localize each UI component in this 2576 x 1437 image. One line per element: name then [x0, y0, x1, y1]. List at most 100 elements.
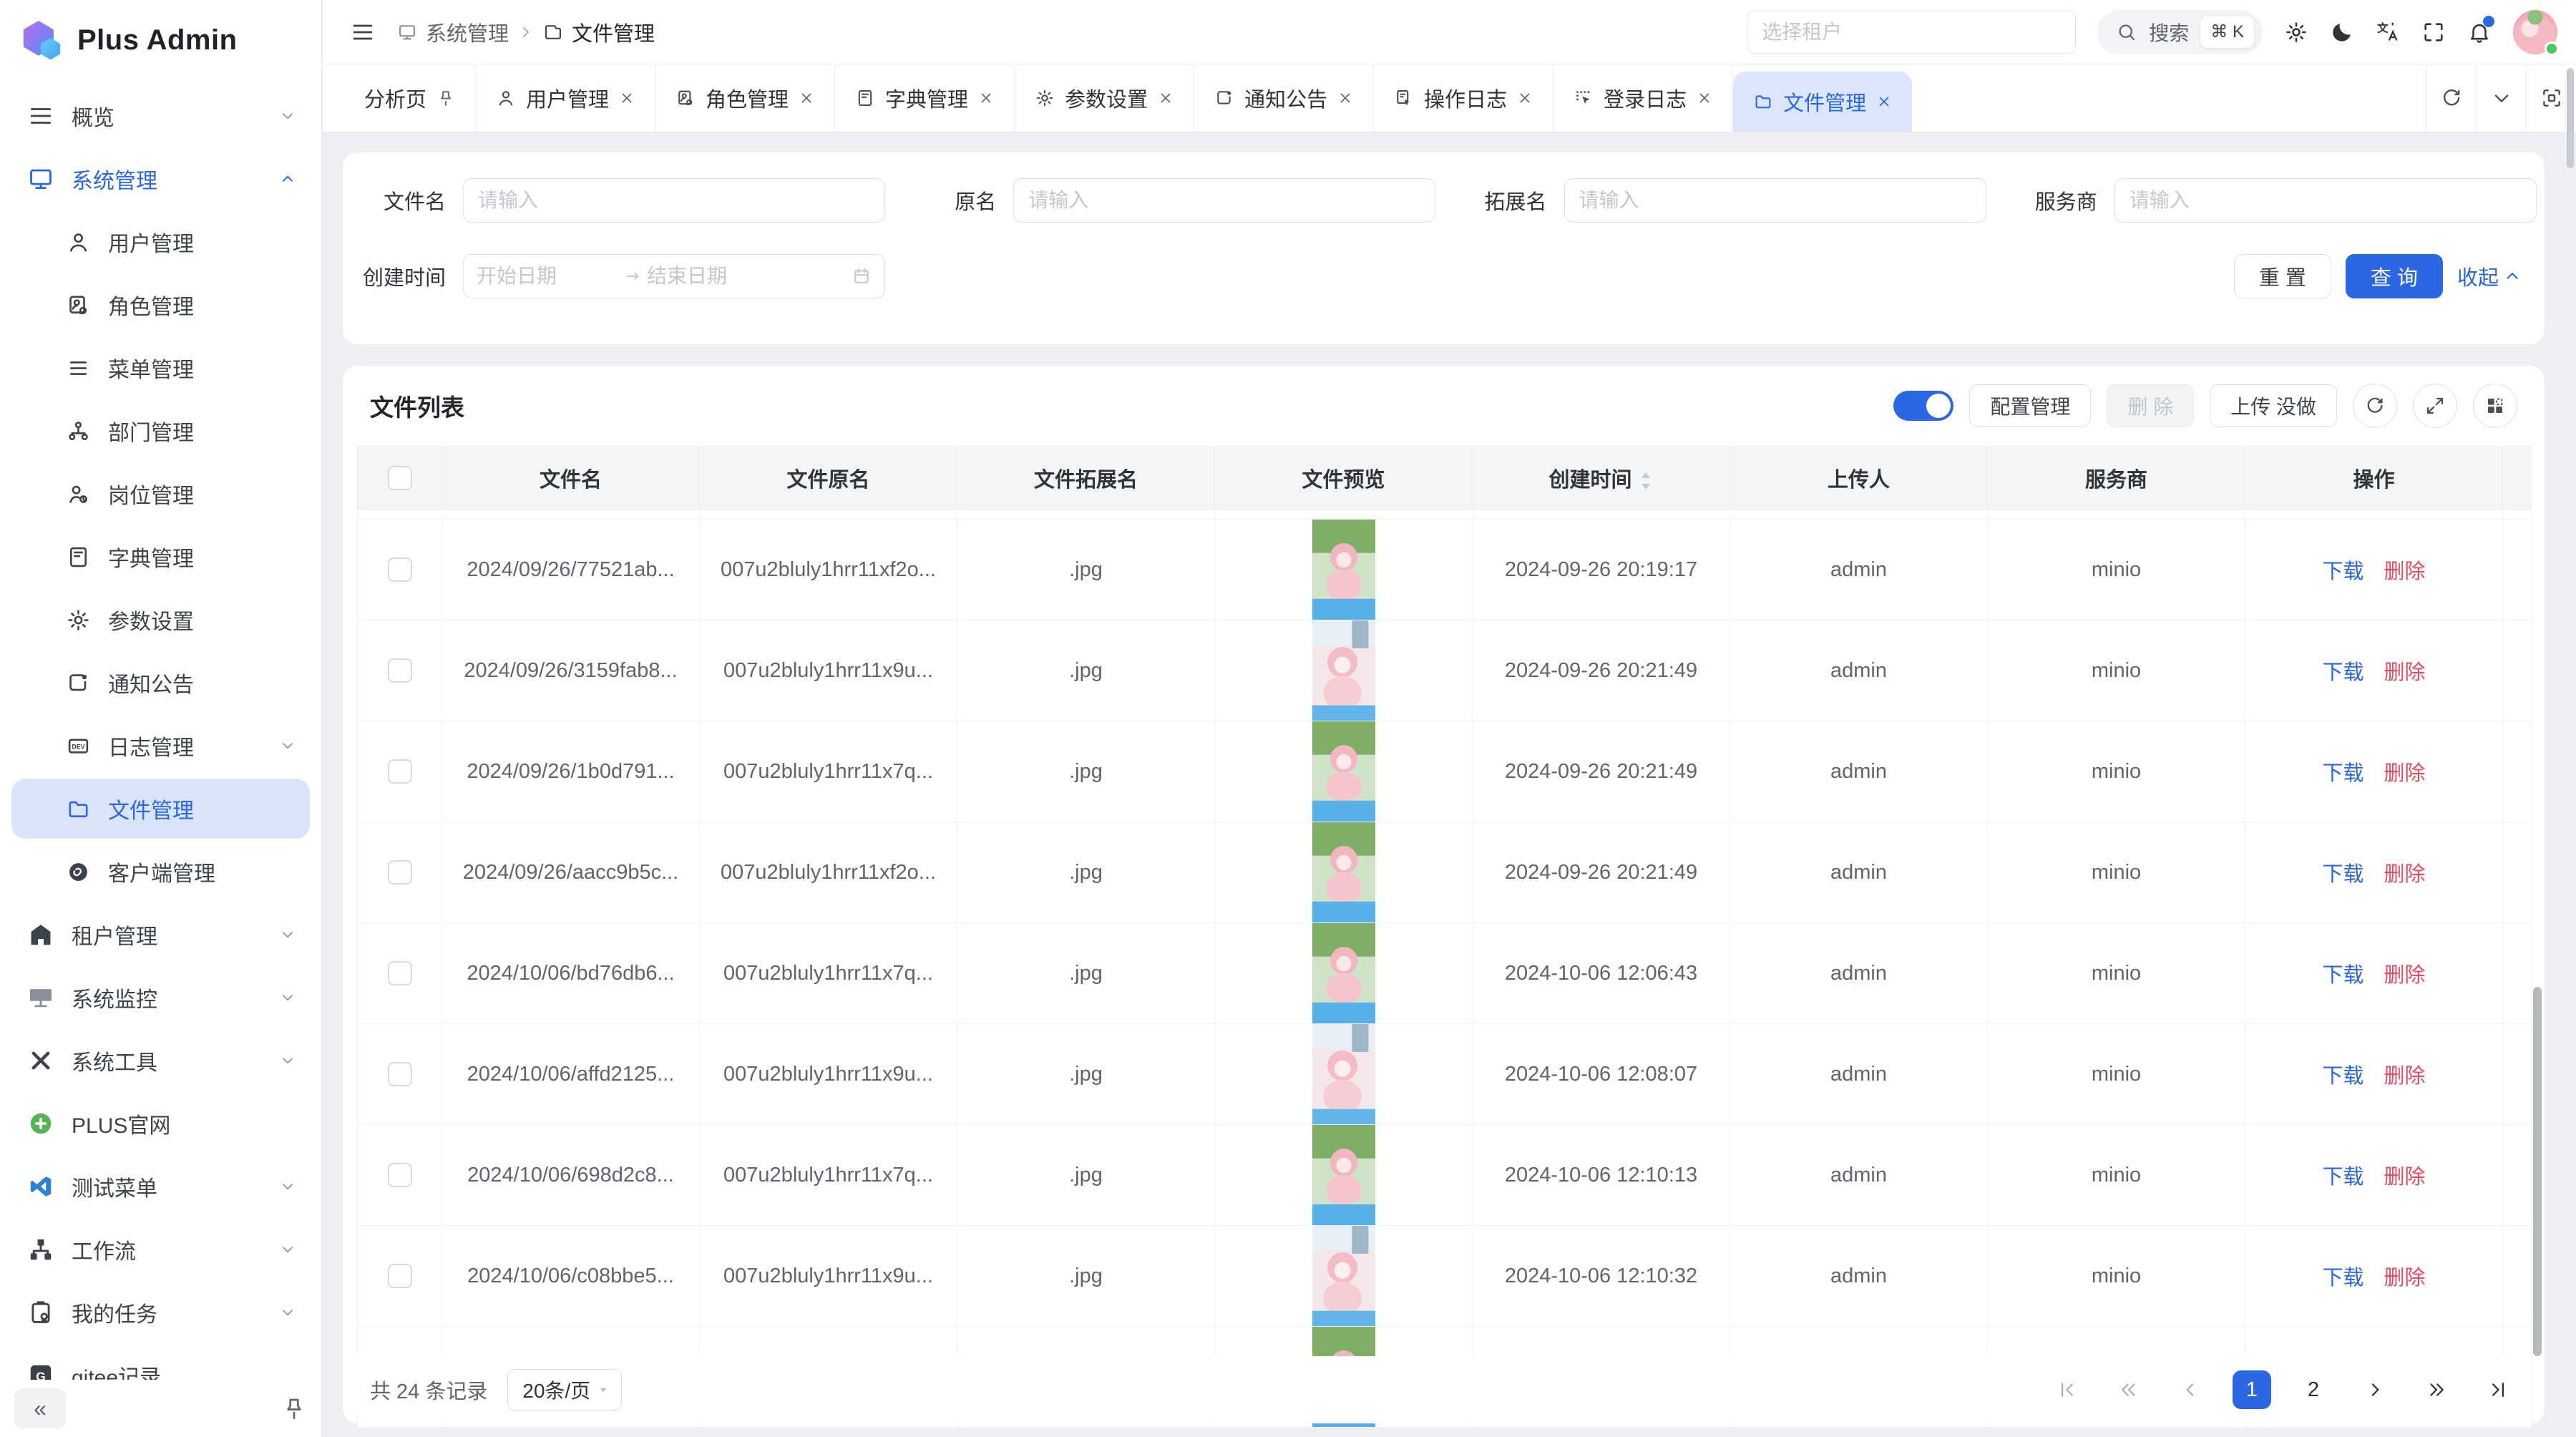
- reset-button[interactable]: 重 置: [2234, 254, 2331, 298]
- sidebar-item-log[interactable]: DEV日志管理: [0, 714, 321, 777]
- start-date-input[interactable]: [477, 265, 620, 288]
- pin-icon[interactable]: [436, 89, 455, 107]
- next-page-button[interactable]: [2356, 1370, 2394, 1409]
- close-tab-icon[interactable]: [619, 90, 635, 106]
- sidebar-item-file[interactable]: 文件管理: [11, 779, 310, 839]
- delete-link[interactable]: 删除: [2384, 762, 2426, 785]
- page-number-2[interactable]: 2: [2294, 1370, 2333, 1409]
- tab-notice[interactable]: 通知公告: [1194, 64, 1374, 132]
- provider-input[interactable]: [2114, 178, 2537, 223]
- close-tab-icon[interactable]: [799, 90, 814, 106]
- close-tab-icon[interactable]: [1697, 90, 1712, 106]
- refresh-tab-icon[interactable]: [2426, 64, 2476, 132]
- file-preview-image[interactable]: [1312, 1125, 1375, 1225]
- row-checkbox[interactable]: [388, 658, 412, 683]
- close-tab-icon[interactable]: [1876, 94, 1892, 109]
- sidebar-item-overview[interactable]: 概览: [0, 84, 321, 147]
- sidebar-item-config[interactable]: 参数设置: [0, 588, 321, 651]
- sidebar-item-user[interactable]: 用户管理: [0, 210, 321, 273]
- ext-name-input[interactable]: [1564, 178, 1986, 223]
- tab-user[interactable]: 用户管理: [476, 64, 655, 132]
- sidebar-pin-icon[interactable]: [281, 1395, 307, 1421]
- back-five-pages-button[interactable]: [2109, 1370, 2148, 1409]
- sort-carets-icon[interactable]: [1638, 470, 1654, 492]
- sidebar-item-post[interactable]: 岗位管理: [0, 462, 321, 525]
- file-preview-image[interactable]: [1312, 1226, 1375, 1326]
- sidebar-item-workflow[interactable]: 工作流: [0, 1218, 321, 1281]
- column-header[interactable]: 创建时间: [1473, 447, 1730, 510]
- file-preview-image[interactable]: [1312, 822, 1375, 922]
- sidebar-item-tenant[interactable]: 租户管理: [0, 903, 321, 966]
- refresh-list-button[interactable]: [2353, 384, 2397, 428]
- sidebar-item-monitor[interactable]: 系统监控: [0, 966, 321, 1029]
- delete-link[interactable]: 删除: [2384, 1166, 2426, 1189]
- delete-link[interactable]: 删除: [2384, 1267, 2426, 1290]
- sidebar-item-my-tasks[interactable]: 我的任务: [0, 1281, 321, 1344]
- download-link[interactable]: 下载: [2322, 964, 2363, 987]
- page-number-1[interactable]: 1: [2233, 1370, 2271, 1409]
- download-link[interactable]: 下载: [2322, 762, 2363, 785]
- search-toggle-switch[interactable]: [1893, 391, 1953, 421]
- tab-loginlog[interactable]: 登录日志: [1553, 64, 1733, 132]
- sidebar-item-system[interactable]: 系统管理: [0, 147, 321, 210]
- file-preview-image[interactable]: [1312, 520, 1375, 620]
- breadcrumb-item-system[interactable]: 系统管理: [426, 17, 509, 47]
- row-checkbox[interactable]: [388, 961, 412, 985]
- tab-role[interactable]: 角色管理: [655, 64, 835, 132]
- prev-page-button[interactable]: [2171, 1370, 2210, 1409]
- sidebar-item-role[interactable]: 角色管理: [0, 273, 321, 336]
- tab-file[interactable]: 文件管理: [1733, 72, 1912, 132]
- file-preview-image[interactable]: [1312, 620, 1375, 721]
- language-translate-icon[interactable]: 文: [2376, 20, 2400, 44]
- row-checkbox[interactable]: [388, 860, 412, 885]
- expand-table-button[interactable]: [2413, 384, 2457, 428]
- close-tab-icon[interactable]: [1337, 90, 1353, 106]
- sidebar-item-tools[interactable]: 系统工具: [0, 1029, 321, 1092]
- sidebar-item-test-menu[interactable]: 测试菜单: [0, 1155, 321, 1218]
- page-size-select[interactable]: 20条/页: [507, 1369, 622, 1411]
- first-page-button[interactable]: [2048, 1370, 2087, 1409]
- delete-link[interactable]: 删除: [2384, 1065, 2426, 1088]
- delete-button[interactable]: 删 除: [2107, 384, 2194, 427]
- forward-five-pages-button[interactable]: [2417, 1370, 2456, 1409]
- sidebar-collapse-button[interactable]: «: [14, 1388, 66, 1428]
- row-checkbox[interactable]: [388, 1062, 412, 1086]
- search-button[interactable]: 查 询: [2346, 254, 2443, 298]
- file-name-input[interactable]: [463, 178, 885, 223]
- close-tab-icon[interactable]: [1158, 90, 1174, 106]
- tenant-select-input[interactable]: [1747, 11, 2076, 54]
- sidebar-item-client[interactable]: 客户端管理: [0, 840, 321, 903]
- download-link[interactable]: 下载: [2322, 863, 2363, 886]
- download-link[interactable]: 下载: [2322, 1065, 2363, 1088]
- delete-link[interactable]: 删除: [2384, 661, 2426, 684]
- delete-link[interactable]: 删除: [2384, 863, 2426, 886]
- sidebar-item-menu[interactable]: 菜单管理: [0, 336, 321, 399]
- sidebar-item-plus-site[interactable]: PLUS官网: [0, 1092, 321, 1155]
- select-all-checkbox[interactable]: [388, 466, 412, 490]
- download-link[interactable]: 下载: [2322, 661, 2363, 684]
- tab-dict[interactable]: 字典管理: [835, 64, 1015, 132]
- date-range-picker[interactable]: [463, 254, 885, 298]
- row-checkbox[interactable]: [388, 557, 412, 582]
- tab-analysis[interactable]: 分析页: [344, 64, 476, 132]
- sidebar-item-dept[interactable]: 部门管理: [0, 399, 321, 462]
- file-preview-image[interactable]: [1312, 721, 1375, 822]
- tab-config[interactable]: 参数设置: [1015, 64, 1194, 132]
- delete-link[interactable]: 删除: [2384, 964, 2426, 987]
- row-checkbox[interactable]: [388, 1163, 412, 1187]
- last-page-button[interactable]: [2479, 1370, 2517, 1409]
- download-link[interactable]: 下载: [2322, 1166, 2363, 1189]
- close-tab-icon[interactable]: [1517, 90, 1533, 106]
- fullscreen-icon[interactable]: [2421, 20, 2446, 44]
- menu-toggle-icon[interactable]: [350, 19, 376, 45]
- user-avatar[interactable]: [2513, 10, 2557, 54]
- notifications-bell-icon[interactable]: [2467, 20, 2492, 44]
- upload-button[interactable]: 上传 没做: [2210, 384, 2337, 427]
- settings-gear-icon[interactable]: [2284, 20, 2308, 44]
- row-checkbox[interactable]: [388, 759, 412, 784]
- download-link[interactable]: 下载: [2322, 1267, 2363, 1290]
- dark-mode-moon-icon[interactable]: [2330, 20, 2354, 44]
- collapse-filter-link[interactable]: 收起: [2457, 261, 2522, 291]
- close-tab-icon[interactable]: [978, 90, 994, 106]
- file-preview-image[interactable]: [1312, 923, 1375, 1023]
